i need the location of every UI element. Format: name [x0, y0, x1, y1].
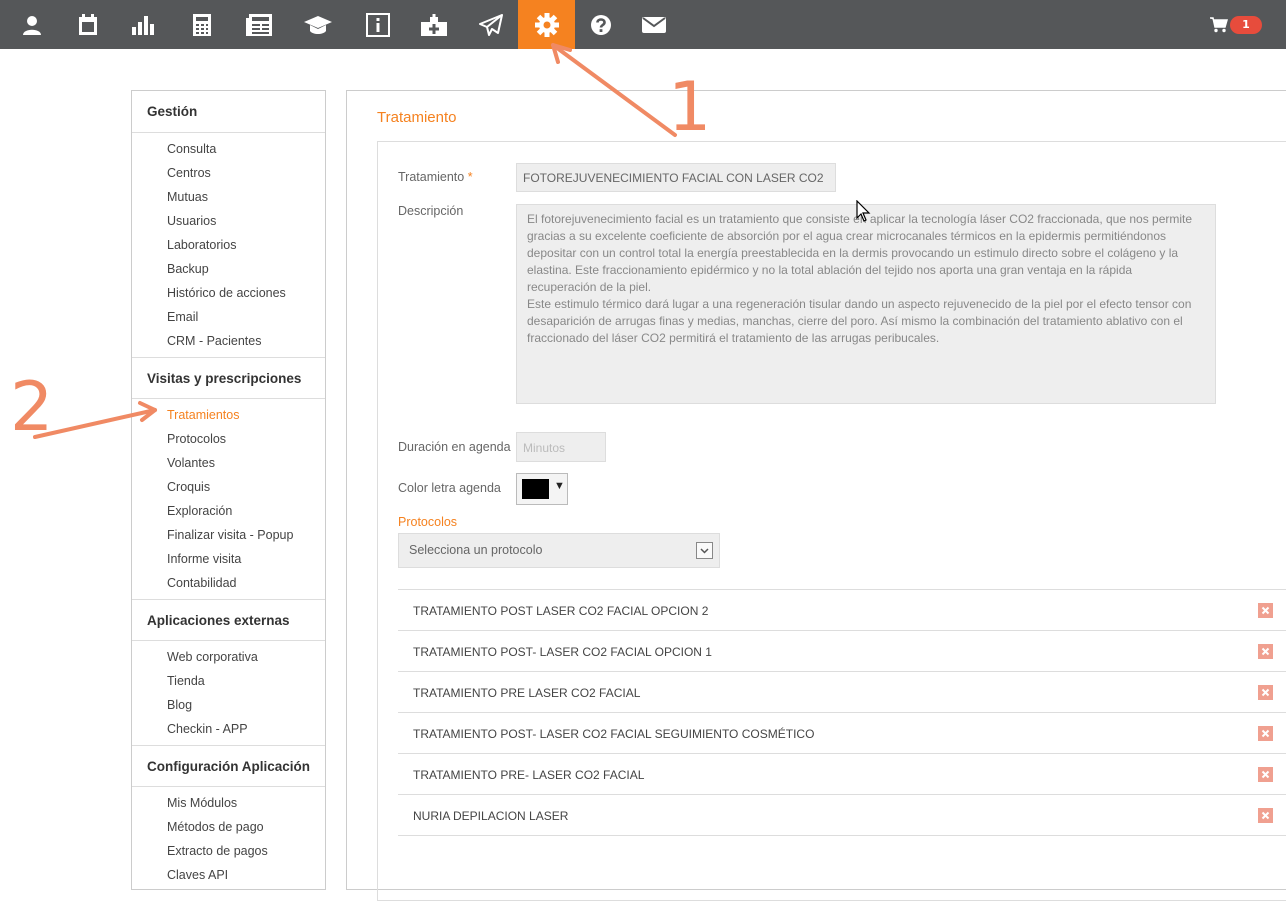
page-title: Tratamiento	[377, 109, 457, 126]
gear-icon[interactable]	[518, 0, 575, 49]
sidebar-item[interactable]: Mutuas	[132, 185, 325, 209]
duracion-input[interactable]: Minutos	[516, 432, 606, 462]
main-content: Tratamiento Tratamiento * FOTOREJUVENECI…	[346, 90, 1286, 901]
newspaper-icon[interactable]	[231, 0, 287, 49]
settings-sidebar: Gestión Consulta Centros Mutuas Usuarios Labo…	[131, 90, 326, 890]
chevron-down-icon	[696, 542, 713, 559]
sidebar-section-list: Consulta Centros Mutuas Usuarios Laboratorio…	[132, 133, 325, 357]
protocol-row: TRATAMIENTO POST- LASER CO2 FACIAL SEGUI…	[398, 713, 1286, 754]
sidebar-section-title: Visitas y prescripciones	[132, 357, 325, 399]
protocolo-select-value: Selecciona un protocolo	[409, 543, 543, 557]
envelope-icon[interactable]	[626, 0, 682, 49]
sidebar-item[interactable]: Métodos de pago	[132, 815, 325, 839]
tratamiento-input[interactable]: FOTOREJUVENECIMIENTO FACIAL CON LASER CO…	[516, 163, 836, 192]
top-navbar: 1	[0, 0, 1286, 49]
protocol-name: TRATAMIENTO POST- LASER CO2 FACIAL OPCIO…	[413, 645, 712, 659]
sidebar-section-title: Gestión	[132, 91, 325, 133]
treatment-form-panel: Tratamiento * FOTOREJUVENECIMIENTO FACIA…	[377, 141, 1286, 901]
descripcion-label: Descripción	[398, 204, 464, 218]
sidebar-section-list: Web corporativa Tienda Blog Checkin - APP	[132, 641, 325, 745]
sidebar-item[interactable]: Web corporativa	[132, 645, 325, 669]
required-mark: *	[467, 170, 473, 184]
remove-protocol-icon[interactable]	[1258, 726, 1273, 741]
calculator-icon[interactable]	[174, 0, 230, 49]
sidebar-item[interactable]: Croquis	[132, 475, 325, 499]
remove-protocol-icon[interactable]	[1258, 808, 1273, 823]
sidebar-item[interactable]: Extracto de pagos	[132, 839, 325, 863]
cart-count-badge: 1	[1230, 16, 1262, 34]
sidebar-item[interactable]: Contabilidad	[132, 571, 325, 595]
sidebar-item[interactable]: Mis Módulos	[132, 791, 325, 815]
duracion-label: Duración en agenda	[398, 440, 511, 454]
sidebar-item[interactable]: Volantes	[132, 451, 325, 475]
cart-button[interactable]: 1	[1206, 14, 1262, 36]
shopping-cart-icon	[1210, 17, 1228, 33]
paper-plane-icon[interactable]	[463, 0, 519, 49]
color-swatch	[522, 479, 549, 499]
protocol-row: TRATAMIENTO PRE- LASER CO2 FACIAL	[398, 754, 1286, 795]
protocol-list: TRATAMIENTO POST LASER CO2 FACIAL OPCION…	[398, 589, 1286, 836]
protocol-name: NURIA DEPILACION LASER	[413, 809, 569, 823]
sidebar-item[interactable]: Checkin - APP	[132, 717, 325, 741]
sidebar-item[interactable]: Email	[132, 305, 325, 329]
color-picker[interactable]: ▼	[516, 473, 568, 505]
medkit-icon[interactable]	[406, 0, 462, 49]
sidebar-item[interactable]: Usuarios	[132, 209, 325, 233]
sidebar-section-list: Mis Módulos Métodos de pago Extracto de pa…	[132, 787, 325, 891]
sidebar-item[interactable]: Tienda	[132, 669, 325, 693]
sidebar-item[interactable]: Laboratorios	[132, 233, 325, 257]
remove-protocol-icon[interactable]	[1258, 603, 1273, 618]
remove-protocol-icon[interactable]	[1258, 644, 1273, 659]
sidebar-item[interactable]: CRM - Pacientes	[132, 329, 325, 353]
sidebar-item[interactable]: Informe visita	[132, 547, 325, 571]
protocol-name: TRATAMIENTO POST- LASER CO2 FACIAL SEGUI…	[413, 727, 815, 741]
step-2-number: 2	[10, 368, 54, 447]
sidebar-item[interactable]: Histórico de acciones	[132, 281, 325, 305]
user-icon[interactable]	[4, 0, 60, 49]
protocolos-label: Protocolos	[398, 515, 458, 529]
sidebar-item[interactable]: Blog	[132, 693, 325, 717]
bar-chart-icon[interactable]	[116, 0, 172, 49]
descripcion-textarea[interactable]: El fotorejuvenecimiento facial es un tra…	[516, 204, 1216, 404]
sidebar-item[interactable]: Finalizar visita - Popup	[132, 523, 325, 547]
sidebar-item[interactable]: Protocolos	[132, 427, 325, 451]
sidebar-item[interactable]: Claves API	[132, 863, 325, 887]
sidebar-item[interactable]: Consulta	[132, 137, 325, 161]
question-icon[interactable]	[573, 0, 629, 49]
info-icon[interactable]	[350, 0, 406, 49]
protocol-row: TRATAMIENTO PRE LASER CO2 FACIAL	[398, 672, 1286, 713]
protocol-name: TRATAMIENTO PRE LASER CO2 FACIAL	[413, 686, 641, 700]
remove-protocol-icon[interactable]	[1258, 767, 1273, 782]
sidebar-section-title: Aplicaciones externas	[132, 599, 325, 641]
caret-down-icon: ▼	[554, 480, 565, 492]
protocol-row: TRATAMIENTO POST- LASER CO2 FACIAL OPCIO…	[398, 631, 1286, 672]
sidebar-item[interactable]: Backup	[132, 257, 325, 281]
calendar-icon[interactable]	[60, 0, 116, 49]
protocol-row: TRATAMIENTO POST LASER CO2 FACIAL OPCION…	[398, 590, 1286, 631]
protocol-row: NURIA DEPILACION LASER	[398, 795, 1286, 836]
remove-protocol-icon[interactable]	[1258, 685, 1273, 700]
sidebar-item[interactable]: Centros	[132, 161, 325, 185]
graduation-cap-icon[interactable]	[290, 0, 346, 49]
protocol-name: TRATAMIENTO POST LASER CO2 FACIAL OPCION…	[413, 604, 709, 618]
sidebar-item[interactable]: Exploración	[132, 499, 325, 523]
sidebar-item[interactable]: Tratamientos	[132, 403, 325, 427]
sidebar-section-list: Tratamientos Protocolos Volantes Croquis Exp…	[132, 399, 325, 599]
color-label: Color letra agenda	[398, 481, 501, 495]
tratamiento-label: Tratamiento *	[398, 170, 473, 184]
protocol-name: TRATAMIENTO PRE- LASER CO2 FACIAL	[413, 768, 645, 782]
protocolo-select[interactable]: Selecciona un protocolo	[398, 533, 720, 568]
sidebar-section-title: Configuración Aplicación	[132, 745, 325, 787]
